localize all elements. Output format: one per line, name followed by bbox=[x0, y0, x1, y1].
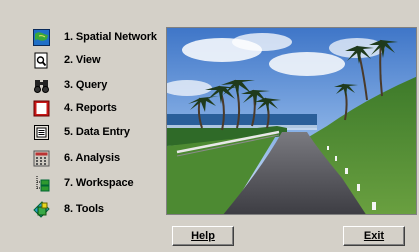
help-button[interactable]: Help bbox=[172, 226, 234, 246]
menu-label: 4. Reports bbox=[64, 102, 117, 114]
menu-item-data-entry[interactable]: 5. Data Entry bbox=[33, 121, 169, 143]
menu-label: 5. Data Entry bbox=[64, 126, 130, 138]
menu-label: 7. Workspace bbox=[64, 177, 134, 189]
menu-label: 3. Query bbox=[64, 79, 108, 91]
menu-item-query[interactable]: 3. Query bbox=[33, 74, 169, 96]
folder-tree-icon bbox=[33, 175, 50, 192]
menu-item-analysis[interactable]: 6. Analysis bbox=[33, 147, 169, 169]
tools-icon bbox=[33, 200, 50, 218]
menu-item-workspace[interactable]: 7. Workspace bbox=[33, 172, 169, 194]
tropical-road-photo bbox=[166, 27, 417, 215]
menu-item-tools[interactable]: 8. Tools bbox=[33, 198, 169, 220]
menu-item-spatial-network[interactable]: 1. Spatial Network bbox=[33, 26, 169, 48]
menu-label: 8. Tools bbox=[64, 203, 104, 215]
binoculars-icon bbox=[33, 77, 50, 94]
menu-label: 2. View bbox=[64, 54, 101, 66]
menu-item-view[interactable]: 2. View bbox=[33, 49, 169, 71]
magnifier-page-icon bbox=[33, 52, 50, 69]
red-report-icon bbox=[33, 100, 50, 117]
calculator-icon bbox=[33, 150, 50, 167]
menu-label: 1. Spatial Network bbox=[64, 31, 157, 43]
globe-map-icon bbox=[33, 28, 50, 46]
form-entry-icon bbox=[33, 124, 50, 141]
menu-item-reports[interactable]: 4. Reports bbox=[33, 97, 169, 119]
exit-button[interactable]: Exit bbox=[343, 226, 405, 246]
menu-label: 6. Analysis bbox=[64, 152, 120, 164]
